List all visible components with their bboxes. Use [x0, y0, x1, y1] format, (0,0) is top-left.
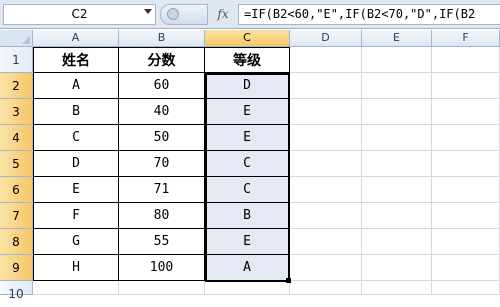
name-cell[interactable]: A — [33, 73, 119, 99]
grid-cell[interactable] — [119, 281, 205, 295]
column-header-a[interactable]: A — [33, 30, 119, 47]
grade-cell[interactable]: E — [205, 99, 290, 125]
grid-cell[interactable] — [432, 281, 500, 295]
formula-input[interactable]: =IF(B2<60,"E",IF(B2<70,"D",IF(B2 — [238, 4, 500, 25]
fx-icon: fx — [217, 7, 229, 21]
row-header-6[interactable]: 6 — [0, 177, 33, 203]
grid-cell[interactable] — [290, 99, 362, 125]
grid-cell[interactable] — [290, 229, 362, 255]
score-cell[interactable]: 55 — [119, 229, 205, 255]
row-header-4[interactable]: 4 — [0, 125, 33, 151]
score-cell[interactable]: 50 — [119, 125, 205, 151]
row-header-10[interactable]: 10 — [0, 281, 33, 301]
grid-cell[interactable] — [290, 73, 362, 99]
grid-cell[interactable] — [205, 281, 290, 295]
grade-cell[interactable]: D — [205, 73, 290, 99]
grid-cell[interactable] — [362, 203, 432, 229]
column-header-c[interactable]: C — [205, 30, 290, 47]
row-header-9[interactable]: 9 — [0, 255, 33, 281]
grid-cell[interactable] — [362, 47, 432, 73]
grid-cell[interactable] — [362, 255, 432, 281]
grid-cell[interactable] — [432, 47, 500, 73]
grade-cell[interactable]: E — [205, 229, 290, 255]
formula-bar: C2 fx =IF(B2<60,"E",IF(B2<70,"D",IF(B2 — [0, 0, 500, 29]
grade-cell[interactable]: B — [205, 203, 290, 229]
score-cell[interactable]: 70 — [119, 151, 205, 177]
grid-cell[interactable] — [362, 125, 432, 151]
grade-cell[interactable]: E — [205, 125, 290, 151]
grade-cell[interactable]: A — [205, 255, 290, 281]
row-header-7[interactable]: 7 — [0, 203, 33, 229]
score-cell[interactable]: 71 — [119, 177, 205, 203]
grid-cell[interactable] — [432, 125, 500, 151]
grid-cell[interactable] — [432, 203, 500, 229]
grid-cell[interactable] — [362, 229, 432, 255]
grid-cell[interactable] — [432, 73, 500, 99]
grid-cell[interactable] — [290, 203, 362, 229]
select-all-button[interactable] — [0, 30, 33, 47]
grade-header-cell[interactable]: 等级 — [205, 47, 290, 73]
column-header-b[interactable]: B — [119, 30, 205, 47]
name-cell[interactable]: B — [33, 99, 119, 125]
score-cell[interactable]: 40 — [119, 99, 205, 125]
grade-cell[interactable]: C — [205, 151, 290, 177]
grid-cell[interactable] — [362, 73, 432, 99]
row-header-1[interactable]: 1 — [0, 47, 33, 73]
row-header-2[interactable]: 2 — [0, 73, 33, 99]
row-header-3[interactable]: 3 — [0, 99, 33, 125]
name-cell[interactable]: C — [33, 125, 119, 151]
name-cell[interactable]: H — [33, 255, 119, 281]
row-header-8[interactable]: 8 — [0, 229, 33, 255]
grid-cell[interactable] — [362, 281, 432, 295]
grid-cell[interactable] — [290, 125, 362, 151]
insert-function-button[interactable]: fx — [212, 6, 234, 23]
grid-cell[interactable] — [432, 177, 500, 203]
name-box-dropdown-icon[interactable] — [144, 9, 152, 14]
grid-cell[interactable] — [290, 255, 362, 281]
grid-cell[interactable] — [432, 255, 500, 281]
grid-cell[interactable] — [290, 47, 362, 73]
name-box[interactable]: C2 — [3, 4, 156, 25]
name-cell[interactable]: G — [33, 229, 119, 255]
score-header-cell[interactable]: 分数 — [119, 47, 205, 73]
grid-cell[interactable] — [290, 281, 362, 295]
name-cell[interactable]: D — [33, 151, 119, 177]
score-cell[interactable]: 100 — [119, 255, 205, 281]
formula-text: =IF(B2<60,"E",IF(B2<70,"D",IF(B2 — [244, 7, 476, 21]
grid-cell[interactable] — [290, 177, 362, 203]
score-cell[interactable]: 60 — [119, 73, 205, 99]
spreadsheet-grid: A B C D E F 1 2 3 4 5 6 7 8 9 10 姓名 分数 等级 A 60 D B 40 E C 50 E D 70 C E… — [0, 30, 500, 301]
column-header-f[interactable]: F — [432, 30, 500, 47]
fill-handle[interactable] — [286, 278, 291, 283]
grade-cell[interactable]: C — [205, 177, 290, 203]
grid-cell[interactable] — [432, 229, 500, 255]
column-header-e[interactable]: E — [362, 30, 432, 47]
grid-cell[interactable] — [362, 177, 432, 203]
grid-cell[interactable] — [432, 99, 500, 125]
name-header-cell[interactable]: 姓名 — [33, 47, 119, 73]
score-cell[interactable]: 80 — [119, 203, 205, 229]
name-cell[interactable]: E — [33, 177, 119, 203]
name-cell[interactable]: F — [33, 203, 119, 229]
grid-cell[interactable] — [362, 151, 432, 177]
column-header-d[interactable]: D — [290, 30, 362, 47]
grid-cell[interactable] — [290, 151, 362, 177]
grid-cell[interactable] — [362, 99, 432, 125]
grid-cell[interactable] — [432, 151, 500, 177]
grid-cell[interactable] — [33, 281, 119, 295]
row-header-5[interactable]: 5 — [0, 151, 33, 177]
resize-grip-icon — [167, 8, 179, 20]
name-box-value: C2 — [71, 7, 88, 21]
